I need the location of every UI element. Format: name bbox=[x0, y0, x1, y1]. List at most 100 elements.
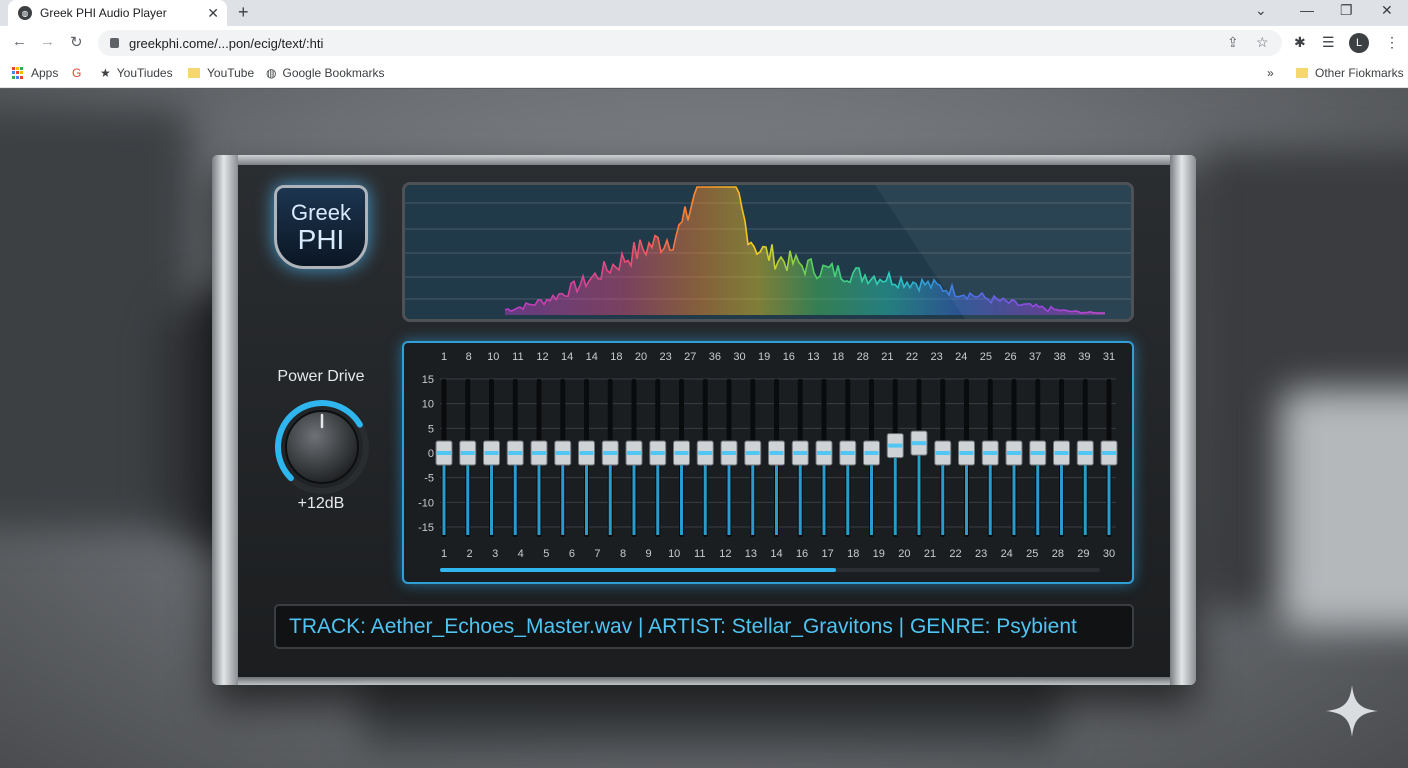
eq-slider-fill bbox=[988, 463, 992, 535]
eq-scale-label: 5 bbox=[428, 423, 434, 435]
eq-top-label: 37 bbox=[1029, 351, 1041, 363]
eq-slider-handle-led bbox=[460, 451, 475, 455]
eq-slider-fill bbox=[727, 463, 731, 535]
eq-top-label: 25 bbox=[980, 351, 992, 363]
close-window-icon[interactable]: ✕ bbox=[1381, 2, 1393, 19]
eq-bottom-label: 2 bbox=[467, 548, 473, 560]
eq-slider-fill bbox=[561, 463, 565, 535]
equalizer-sliders: 151050-5-10-151 8 10 11 12 14 14 18 20 23 27 36 30 19… bbox=[418, 351, 1118, 572]
eq-top-label: 10 bbox=[487, 351, 499, 363]
right-chrome-rail bbox=[1170, 155, 1196, 685]
apps-grid-icon bbox=[12, 67, 24, 79]
reading-list-icon[interactable]: ☰ bbox=[1322, 34, 1335, 51]
eq-slider-fill bbox=[1060, 463, 1063, 535]
bookmark-item-1[interactable]: ★ YouTiudes bbox=[100, 66, 173, 80]
eq-top-label: 31 bbox=[1103, 351, 1115, 363]
more-bookmarks-button[interactable]: » bbox=[1267, 66, 1274, 80]
bookmark-item-3[interactable]: ◍ Google Bookmarks bbox=[266, 66, 385, 80]
other-bookmarks[interactable]: Other Fiokmarks bbox=[1296, 66, 1404, 80]
google-icon[interactable]: G bbox=[72, 66, 87, 80]
eq-bottom-label: 13 bbox=[745, 548, 757, 560]
globe-icon: ◍ bbox=[266, 66, 277, 80]
eq-bottom-label: 14 bbox=[770, 548, 782, 560]
graphic-equalizer: 15 10 5 0 -5 -10 -15 1 8 10 11 12 14 14 18 20 23 27 36 30 19… bbox=[402, 341, 1134, 584]
eq-slider-fill bbox=[846, 463, 850, 535]
eq-slider-handle-led bbox=[437, 451, 451, 455]
browser-tab[interactable]: ◍ Greek PHI Audio Player ✕ bbox=[8, 0, 227, 26]
share-icon[interactable]: ⇪ bbox=[1227, 34, 1239, 51]
back-icon[interactable]: ← bbox=[12, 33, 27, 50]
url-text[interactable]: greekphi.come/...pon/ecig/text/:hti bbox=[129, 36, 323, 51]
chevron-down-icon[interactable]: ⌄ bbox=[1255, 2, 1267, 19]
eq-top-label: 23 bbox=[660, 351, 672, 363]
eq-slider-handle-led bbox=[484, 451, 499, 455]
omnibox[interactable]: greekphi.come/...pon/ecig/text/:hti ⇪ ☆ bbox=[98, 30, 1282, 56]
eq-progress-fill[interactable] bbox=[440, 568, 836, 572]
eq-bottom-label: 29 bbox=[1077, 548, 1089, 560]
eq-slider-handle-led bbox=[745, 451, 760, 455]
eq-top-label: 26 bbox=[1004, 351, 1016, 363]
eq-top-label: 27 bbox=[684, 351, 696, 363]
eq-slider-handle-led bbox=[840, 451, 855, 455]
profile-avatar[interactable]: L bbox=[1349, 33, 1369, 53]
minimize-icon[interactable]: — bbox=[1300, 2, 1314, 18]
eq-slider-fill bbox=[466, 463, 470, 535]
eq-slider-fill bbox=[941, 463, 945, 535]
eq-bottom-label: 20 bbox=[898, 548, 910, 560]
eq-slider-fill bbox=[490, 463, 493, 535]
eq-top-label: 20 bbox=[635, 351, 647, 363]
tab-strip: ◍ Greek PHI Audio Player ✕ + ⌄ — ❐ ✕ bbox=[0, 0, 1408, 26]
eq-slider-handle-led bbox=[698, 451, 713, 455]
new-tab-icon[interactable]: + bbox=[238, 2, 249, 23]
star-icon[interactable]: ☆ bbox=[1256, 34, 1269, 51]
eq-bottom-label: 18 bbox=[847, 548, 859, 560]
page-viewport: Greek PHI Power Drive +12dB 15 10 5 0 -5… bbox=[0, 89, 1408, 768]
eq-slider-handle-led bbox=[1102, 451, 1116, 455]
eq-top-label: 13 bbox=[807, 351, 819, 363]
eq-scale-label: -15 bbox=[418, 522, 434, 534]
globe-icon: ◍ bbox=[18, 6, 32, 20]
eq-top-label: 16 bbox=[783, 351, 795, 363]
bookmark-item-2-label: YouTube bbox=[207, 66, 255, 80]
audio-player-device: Greek PHI Power Drive +12dB 15 10 5 0 -5… bbox=[212, 155, 1196, 685]
eq-slider-fill bbox=[513, 463, 517, 535]
eq-top-label: 1 bbox=[441, 351, 447, 363]
folder-icon bbox=[1296, 68, 1308, 78]
eq-slider-handle-led bbox=[864, 451, 879, 455]
bookmark-item-2[interactable]: YouTube bbox=[188, 66, 254, 80]
eq-slider-handle-led bbox=[603, 451, 618, 455]
eq-bottom-label: 21 bbox=[924, 548, 936, 560]
restore-icon[interactable]: ❐ bbox=[1340, 2, 1353, 19]
eq-slider-handle-led bbox=[1054, 451, 1069, 455]
eq-slider-fill bbox=[751, 463, 755, 535]
eq-slider-fill bbox=[822, 463, 826, 535]
reload-icon[interactable]: ↻ bbox=[70, 33, 83, 51]
eq-slider-fill bbox=[680, 463, 683, 535]
eq-slider-fill bbox=[585, 463, 588, 535]
power-drive-label: Power Drive bbox=[277, 368, 365, 385]
eq-slider-handle-led bbox=[769, 451, 784, 455]
spectrum-graph bbox=[405, 185, 1131, 319]
eq-slider-handle-led bbox=[1007, 451, 1021, 455]
sparkle-icon bbox=[1326, 685, 1378, 737]
greek-phi-logo: Greek PHI bbox=[274, 185, 368, 269]
eq-slider-fill bbox=[917, 453, 921, 535]
bookmark-item-3-label: Google Bookmarks bbox=[282, 66, 385, 80]
extensions-icon[interactable]: ✱ bbox=[1294, 34, 1306, 51]
eq-bottom-label: 30 bbox=[1103, 548, 1115, 560]
eq-slider-handle-led bbox=[1030, 451, 1045, 455]
eq-bottom-label: 24 bbox=[1001, 548, 1013, 560]
close-tab-icon[interactable]: ✕ bbox=[207, 5, 219, 22]
eq-bottom-label: 12 bbox=[719, 548, 731, 560]
forward-icon[interactable]: → bbox=[40, 33, 55, 50]
eq-slider-fill bbox=[608, 463, 612, 535]
address-bar: ← → ↻ greekphi.come/...pon/ecig/text/:ht… bbox=[0, 26, 1408, 60]
menu-icon[interactable]: ⋮ bbox=[1385, 34, 1399, 51]
eq-top-label: 30 bbox=[733, 351, 745, 363]
eq-slider-fill bbox=[870, 463, 873, 535]
power-drive-knob[interactable] bbox=[274, 399, 370, 495]
eq-bottom-label: 7 bbox=[594, 548, 600, 560]
eq-slider-handle-led bbox=[722, 451, 736, 455]
device-top-edge bbox=[212, 155, 1196, 165]
bookmark-apps[interactable]: Apps bbox=[12, 66, 58, 80]
